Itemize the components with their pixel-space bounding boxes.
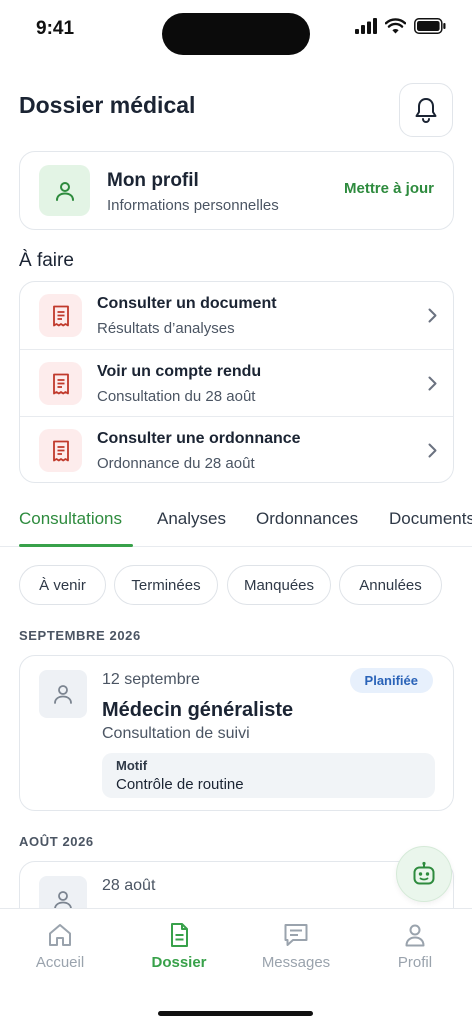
tab-consultations[interactable]: Consultations bbox=[19, 509, 122, 529]
active-tab-indicator bbox=[19, 544, 133, 547]
document-icon bbox=[171, 923, 188, 947]
filter-completed[interactable]: Terminées bbox=[114, 565, 218, 605]
nav-label: Dossier bbox=[151, 954, 207, 971]
message-icon bbox=[284, 924, 308, 946]
appointment-card[interactable]: 12 septembre Planifiée Médecin généralis… bbox=[19, 655, 454, 811]
filter-missed[interactable]: Manquées bbox=[227, 565, 331, 605]
todo-icon-bg bbox=[39, 429, 82, 472]
todo-item-subtitle: Résultats d’analyses bbox=[97, 320, 235, 337]
profile-title: Mon profil bbox=[107, 170, 199, 191]
nav-item-dossier[interactable]: Dossier bbox=[129, 921, 229, 971]
todo-icon-bg bbox=[39, 362, 82, 405]
todo-item-prescription[interactable]: Consulter une ordonnance Ordonnance du 2… bbox=[20, 416, 453, 482]
motif-value: Contrôle de routine bbox=[116, 776, 244, 793]
page-title: Dossier médical bbox=[19, 92, 196, 118]
assistant-button[interactable] bbox=[396, 846, 452, 902]
appointment-date: 12 septembre bbox=[102, 671, 200, 688]
status-badge: Planifiée bbox=[349, 668, 433, 693]
month-section-label: AOÛT 2026 bbox=[19, 834, 94, 849]
user-icon bbox=[405, 924, 425, 947]
filter-upcoming[interactable]: À venir bbox=[19, 565, 106, 605]
todo-item-document[interactable]: Consulter un document Résultats d’analys… bbox=[20, 282, 453, 349]
status-time: 9:41 bbox=[36, 18, 75, 39]
cellular-signal-icon bbox=[355, 18, 377, 34]
todo-section-title: À faire bbox=[19, 250, 74, 271]
record-tabs: Consultations Analyses Ordonnances Docum… bbox=[0, 505, 472, 547]
todo-item-label: Consulter une ordonnance bbox=[97, 430, 301, 447]
status-icons bbox=[355, 18, 446, 34]
nav-label: Profil bbox=[397, 954, 433, 971]
tab-documents[interactable]: Documents bbox=[389, 509, 472, 529]
chevron-right-icon bbox=[428, 376, 437, 391]
todo-icon-bg bbox=[39, 294, 82, 337]
chevron-right-icon bbox=[428, 308, 437, 323]
receipt-icon bbox=[52, 305, 69, 326]
receipt-icon bbox=[52, 440, 69, 461]
appointment-motif: Motif Contrôle de routine bbox=[102, 753, 435, 798]
bell-icon bbox=[415, 98, 437, 123]
notifications-button[interactable] bbox=[399, 83, 453, 137]
bottom-nav: Accueil Dossier Messages Profil bbox=[0, 908, 472, 1024]
user-icon bbox=[54, 685, 72, 704]
todo-item-label: Voir un compte rendu bbox=[97, 363, 262, 380]
month-section-label: SEPTEMBRE 2026 bbox=[19, 628, 141, 643]
robot-icon bbox=[413, 861, 435, 885]
filter-cancelled[interactable]: Annulées bbox=[339, 565, 442, 605]
appointment-subtitle: Consultation de suivi bbox=[102, 725, 250, 742]
home-icon bbox=[49, 924, 71, 946]
appointment-date: 28 août bbox=[102, 877, 156, 894]
nav-item-profil[interactable]: Profil bbox=[365, 921, 465, 971]
chevron-right-icon bbox=[428, 443, 437, 458]
profile-card[interactable]: Mon profil Informations personnelles Met… bbox=[19, 151, 454, 230]
user-icon bbox=[55, 181, 74, 201]
todo-item-label: Consulter un document bbox=[97, 295, 277, 312]
appointment-title: Médecin généraliste bbox=[102, 699, 294, 721]
update-profile-link[interactable]: Mettre à jour bbox=[344, 180, 434, 197]
battery-icon bbox=[414, 18, 446, 34]
todo-item-report[interactable]: Voir un compte rendu Consultation du 28 … bbox=[20, 349, 453, 416]
tab-analyses[interactable]: Analyses bbox=[157, 509, 226, 529]
todo-item-subtitle: Consultation du 28 août bbox=[97, 388, 256, 405]
dynamic-island bbox=[162, 13, 310, 55]
todo-list: Consulter un document Résultats d’analys… bbox=[19, 281, 454, 483]
nav-label: Messages bbox=[261, 954, 331, 971]
wifi-icon bbox=[385, 18, 406, 34]
todo-item-subtitle: Ordonnance du 28 août bbox=[97, 455, 255, 472]
nav-item-accueil[interactable]: Accueil bbox=[10, 921, 110, 971]
nav-item-messages[interactable]: Messages bbox=[246, 921, 346, 971]
doctor-avatar bbox=[39, 670, 87, 718]
nav-label: Accueil bbox=[35, 954, 85, 971]
motif-label: Motif bbox=[116, 758, 148, 773]
receipt-icon bbox=[52, 373, 69, 394]
home-indicator bbox=[158, 1011, 313, 1016]
tab-ordonnances[interactable]: Ordonnances bbox=[256, 509, 358, 529]
profile-avatar bbox=[39, 165, 90, 216]
status-bar: 9:41 bbox=[0, 0, 472, 60]
profile-subtitle: Informations personnelles bbox=[107, 197, 279, 214]
